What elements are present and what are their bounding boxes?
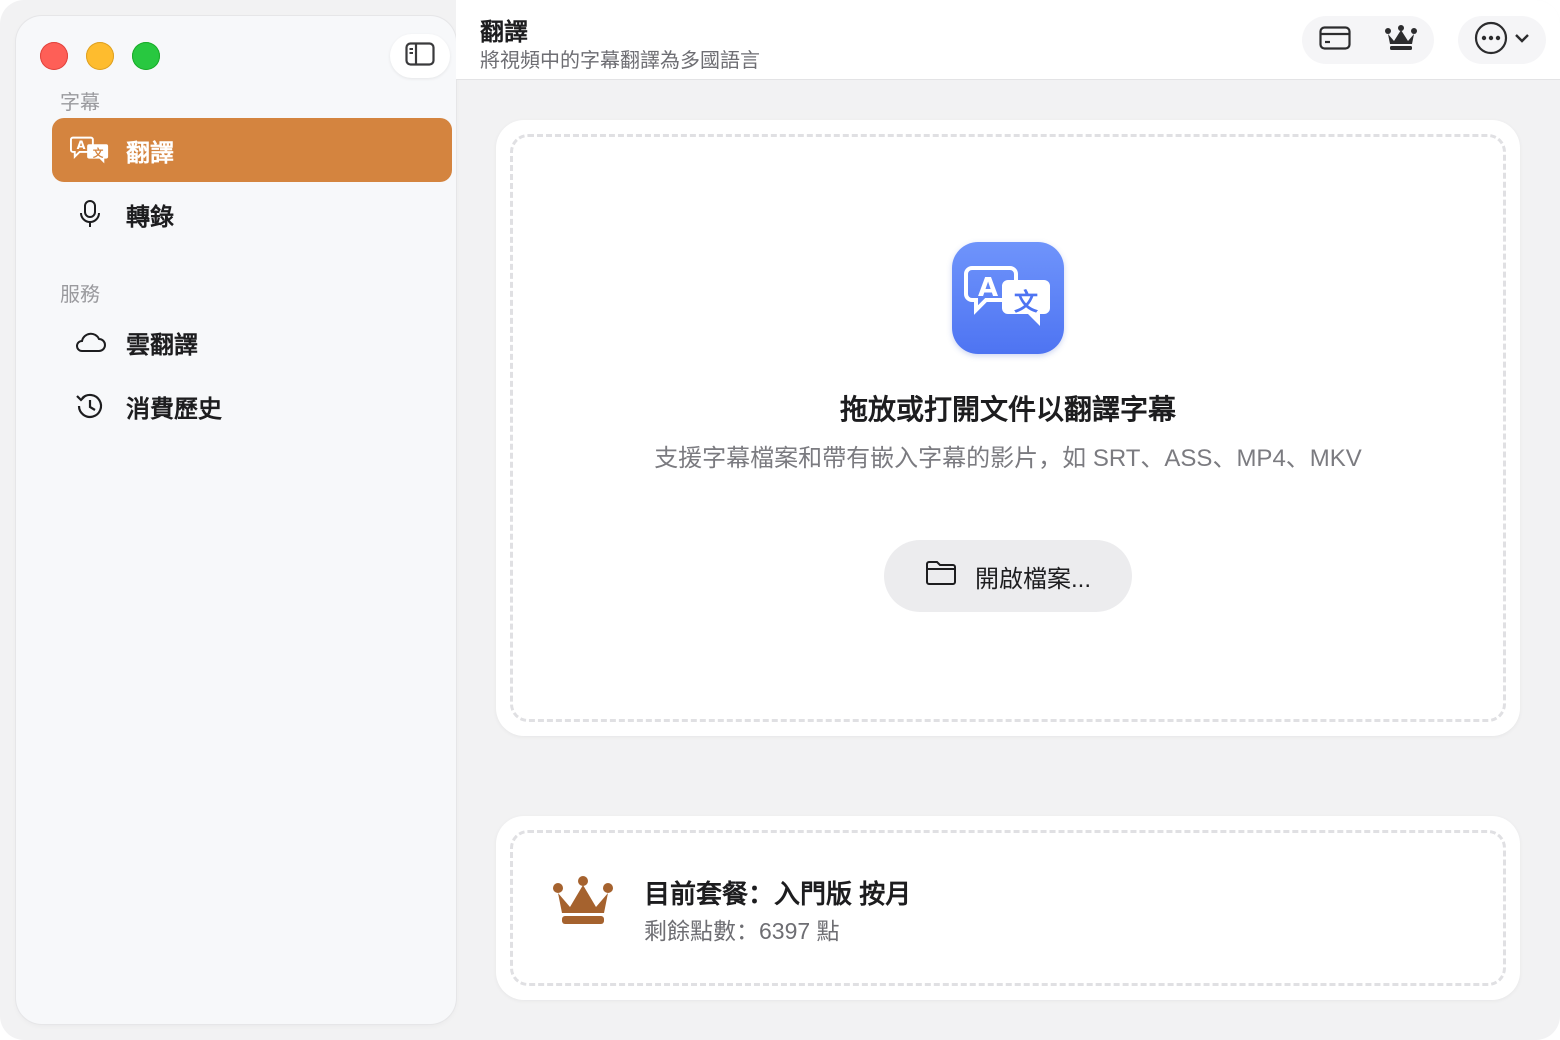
sidebar-toggle-icon [405, 41, 435, 71]
header: 翻譯 將視頻中的字幕翻譯為多國語言 [456, 0, 1560, 80]
sidebar-item-label: 消費歷史 [126, 395, 222, 423]
sidebar-toggle-button[interactable] [390, 34, 450, 78]
history-icon [70, 386, 110, 426]
svg-text:文: 文 [1014, 288, 1039, 316]
plan-points: 剩餘點數：6397 點 [644, 918, 840, 944]
section-label-subtitles: 字幕 [60, 92, 100, 114]
sidebar-item-history[interactable]: 消費歷史 [52, 374, 452, 438]
sidebar: 字幕 A 文 翻譯 轉錄 服務 雲翻譯 消費歷史 [16, 16, 456, 1024]
crown-icon [1384, 24, 1418, 56]
sidebar-item-label: 翻譯 [126, 139, 174, 167]
credit-card-icon [1319, 25, 1351, 55]
sidebar-item-label: 轉錄 [126, 203, 174, 231]
svg-text:A: A [978, 273, 998, 303]
sidebar-item-translate[interactable]: A 文 翻譯 [52, 118, 452, 182]
chevron-down-icon [1514, 31, 1530, 49]
section-label-services: 服務 [60, 284, 100, 306]
translate-icon: A 文 [70, 130, 110, 170]
cloud-icon [70, 322, 110, 362]
microphone-icon [70, 194, 110, 234]
plan-card: 目前套餐：入門版 按月 剩餘點數：6397 點 [496, 816, 1520, 1000]
translate-app-icon: A 文 [952, 242, 1064, 354]
page-title: 翻譯 [480, 19, 528, 46]
open-file-button[interactable]: 開啟檔案... [884, 540, 1132, 612]
open-file-label: 開啟檔案... [974, 565, 1091, 593]
close-window-button[interactable] [40, 42, 68, 70]
sidebar-item-transcribe[interactable]: 轉錄 [52, 182, 452, 246]
premium-button[interactable] [1368, 16, 1434, 64]
drop-zone-subtitle: 支援字幕檔案和帶有嵌入字幕的影片，如 SRT、ASS、MP4、MKV [654, 445, 1362, 472]
billing-button[interactable] [1302, 16, 1368, 64]
plan-title: 目前套餐：入門版 按月 [644, 879, 912, 909]
svg-text:A: A [77, 138, 86, 152]
minimize-window-button[interactable] [86, 42, 114, 70]
page-subtitle: 將視頻中的字幕翻譯為多國語言 [480, 50, 760, 72]
drop-zone[interactable]: A 文 拖放或打開文件以翻譯字幕 支援字幕檔案和帶有嵌入字幕的影片，如 SRT、… [496, 120, 1520, 736]
sidebar-item-cloud-translate[interactable]: 雲翻譯 [52, 310, 452, 374]
drop-zone-title: 拖放或打開文件以翻譯字幕 [839, 394, 1176, 425]
toolbar-actions [1302, 16, 1434, 64]
more-menu-button[interactable] [1458, 16, 1546, 64]
folder-icon [925, 560, 957, 593]
more-icon [1474, 21, 1508, 60]
sidebar-item-label: 雲翻譯 [126, 331, 198, 359]
zoom-window-button[interactable] [132, 42, 160, 70]
svg-text:文: 文 [93, 147, 104, 160]
plan-crown-icon [552, 876, 614, 931]
app-window: 字幕 A 文 翻譯 轉錄 服務 雲翻譯 消費歷史 翻譯 將視頻中的字幕翻譯為多國… [0, 0, 1560, 1040]
